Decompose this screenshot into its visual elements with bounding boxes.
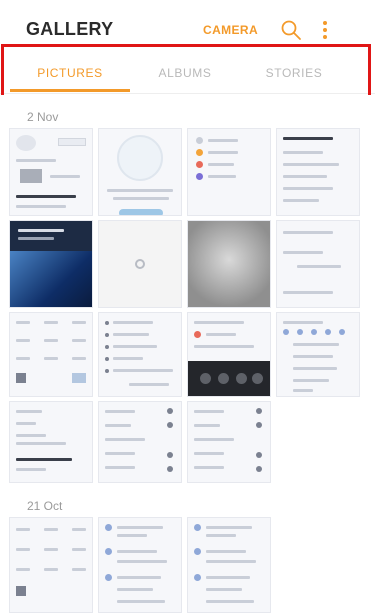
search-icon[interactable] (280, 19, 302, 41)
photo-thumbnail[interactable] (9, 128, 93, 216)
photo-thumbnail[interactable] (98, 517, 182, 613)
photo-thumbnail[interactable] (187, 128, 271, 216)
photo-thumbnail[interactable] (9, 517, 93, 613)
photo-thumbnail[interactable] (187, 220, 271, 308)
photo-thumbnail[interactable] (9, 312, 93, 397)
camera-button[interactable]: CAMERA (203, 23, 258, 37)
photo-thumbnail[interactable] (98, 401, 182, 483)
section-date: 2 Nov (27, 110, 59, 124)
photo-thumbnail[interactable] (98, 220, 182, 308)
photo-thumbnail[interactable] (98, 128, 182, 216)
photo-grid (9, 517, 357, 613)
app-title: GALLERY (26, 19, 114, 39)
photo-thumbnail[interactable] (187, 312, 271, 397)
photo-thumbnail[interactable] (276, 220, 360, 308)
section-date: 21 Oct (27, 499, 63, 513)
photo-thumbnail[interactable] (187, 401, 271, 483)
more-vertical-icon[interactable] (318, 20, 332, 42)
photo-thumbnail[interactable] (98, 312, 182, 397)
photo-thumbnail[interactable] (187, 517, 271, 613)
photo-thumbnail[interactable] (276, 128, 360, 216)
photo-thumbnail[interactable] (276, 312, 360, 397)
photo-grid (9, 128, 360, 483)
pictures-grid-view[interactable]: 2 Nov 21 Oct (0, 95, 375, 613)
photo-thumbnail[interactable] (9, 220, 93, 308)
tab-bar-highlight-frame (1, 44, 371, 99)
photo-thumbnail[interactable] (9, 401, 93, 483)
